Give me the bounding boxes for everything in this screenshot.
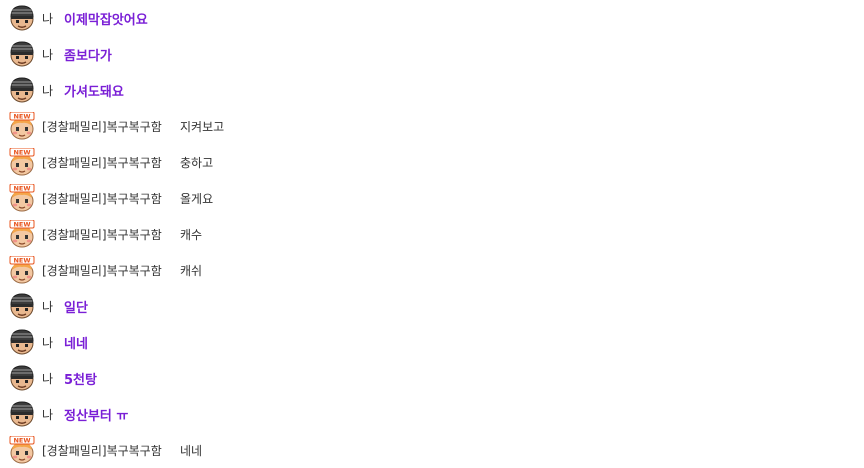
message-text: 네네 [64, 336, 88, 352]
sender-name: 나 [42, 371, 54, 386]
message-text: 5천탕 [64, 372, 97, 388]
new-user-avatar-icon: NEW [8, 220, 36, 248]
sender-name: 나 [42, 11, 54, 26]
sender-name: [경찰패밀리]복구복구함 [42, 155, 162, 170]
sender-name: 나 [42, 47, 54, 62]
message-text: 좀보다가 [64, 48, 112, 64]
chat-message-other: NEW [경찰패밀리]복구복구함 충하고 [8, 144, 848, 180]
message-text: 충하고 [180, 155, 214, 170]
message-text: 일단 [64, 300, 88, 316]
helmet-avatar-icon [8, 4, 36, 32]
message-text: 지켜보고 [180, 119, 225, 134]
helmet-avatar-icon [8, 364, 36, 392]
chat-message-other: NEW [경찰패밀리]복구복구함 캐수 [8, 216, 848, 252]
message-text: 캐쉬 [180, 263, 203, 278]
chat-message-mine: 나 일단 [8, 288, 848, 324]
chat-message-mine: 나 좀보다가 [8, 36, 848, 72]
svg-text:NEW: NEW [13, 257, 30, 265]
sender-name: [경찰패밀리]복구복구함 [42, 443, 162, 458]
message-text: 가셔도돼요 [64, 84, 124, 100]
sender-name: 나 [42, 299, 54, 314]
svg-text:NEW: NEW [13, 221, 30, 229]
new-user-avatar-icon: NEW [8, 256, 36, 284]
sender-name: 나 [42, 407, 54, 422]
new-user-avatar-icon: NEW [8, 112, 36, 140]
chat-message-mine: 나 네네 [8, 324, 848, 360]
new-user-avatar-icon: NEW [8, 436, 36, 464]
chat-message-mine: 나 5천탕 [8, 360, 848, 396]
chat-log: 나 이제막잡앗어요 나 좀보다가 나 가셔도돼요 NEW [경찰패밀리]복구복구함 지켜보고 NE… [8, 0, 848, 468]
chat-message-mine: 나 정산부터 ㅠ [8, 396, 848, 432]
svg-text:NEW: NEW [13, 437, 30, 445]
new-user-avatar-icon: NEW [8, 148, 36, 176]
chat-message-other: NEW [경찰패밀리]복구복구함 올게요 [8, 180, 848, 216]
helmet-avatar-icon [8, 328, 36, 356]
message-text: 캐수 [180, 227, 203, 242]
helmet-avatar-icon [8, 292, 36, 320]
message-text: 네네 [180, 443, 203, 458]
sender-name: [경찰패밀리]복구복구함 [42, 191, 162, 206]
chat-message-other: NEW [경찰패밀리]복구복구함 네네 [8, 432, 848, 468]
sender-name: [경찰패밀리]복구복구함 [42, 119, 162, 134]
message-text: 이제막잡앗어요 [64, 12, 148, 28]
message-text: 올게요 [180, 191, 214, 206]
sender-name: 나 [42, 83, 54, 98]
svg-text:NEW: NEW [13, 149, 30, 157]
svg-text:NEW: NEW [13, 113, 30, 121]
sender-name: 나 [42, 335, 54, 350]
svg-text:NEW: NEW [13, 185, 30, 193]
sender-name: [경찰패밀리]복구복구함 [42, 263, 162, 278]
helmet-avatar-icon [8, 76, 36, 104]
message-text: 정산부터 ㅠ [64, 408, 129, 424]
helmet-avatar-icon [8, 400, 36, 428]
sender-name: [경찰패밀리]복구복구함 [42, 227, 162, 242]
helmet-avatar-icon [8, 40, 36, 68]
chat-message-mine: 나 가셔도돼요 [8, 72, 848, 108]
chat-message-other: NEW [경찰패밀리]복구복구함 캐쉬 [8, 252, 848, 288]
new-user-avatar-icon: NEW [8, 184, 36, 212]
chat-message-mine: 나 이제막잡앗어요 [8, 0, 848, 36]
chat-message-other: NEW [경찰패밀리]복구복구함 지켜보고 [8, 108, 848, 144]
